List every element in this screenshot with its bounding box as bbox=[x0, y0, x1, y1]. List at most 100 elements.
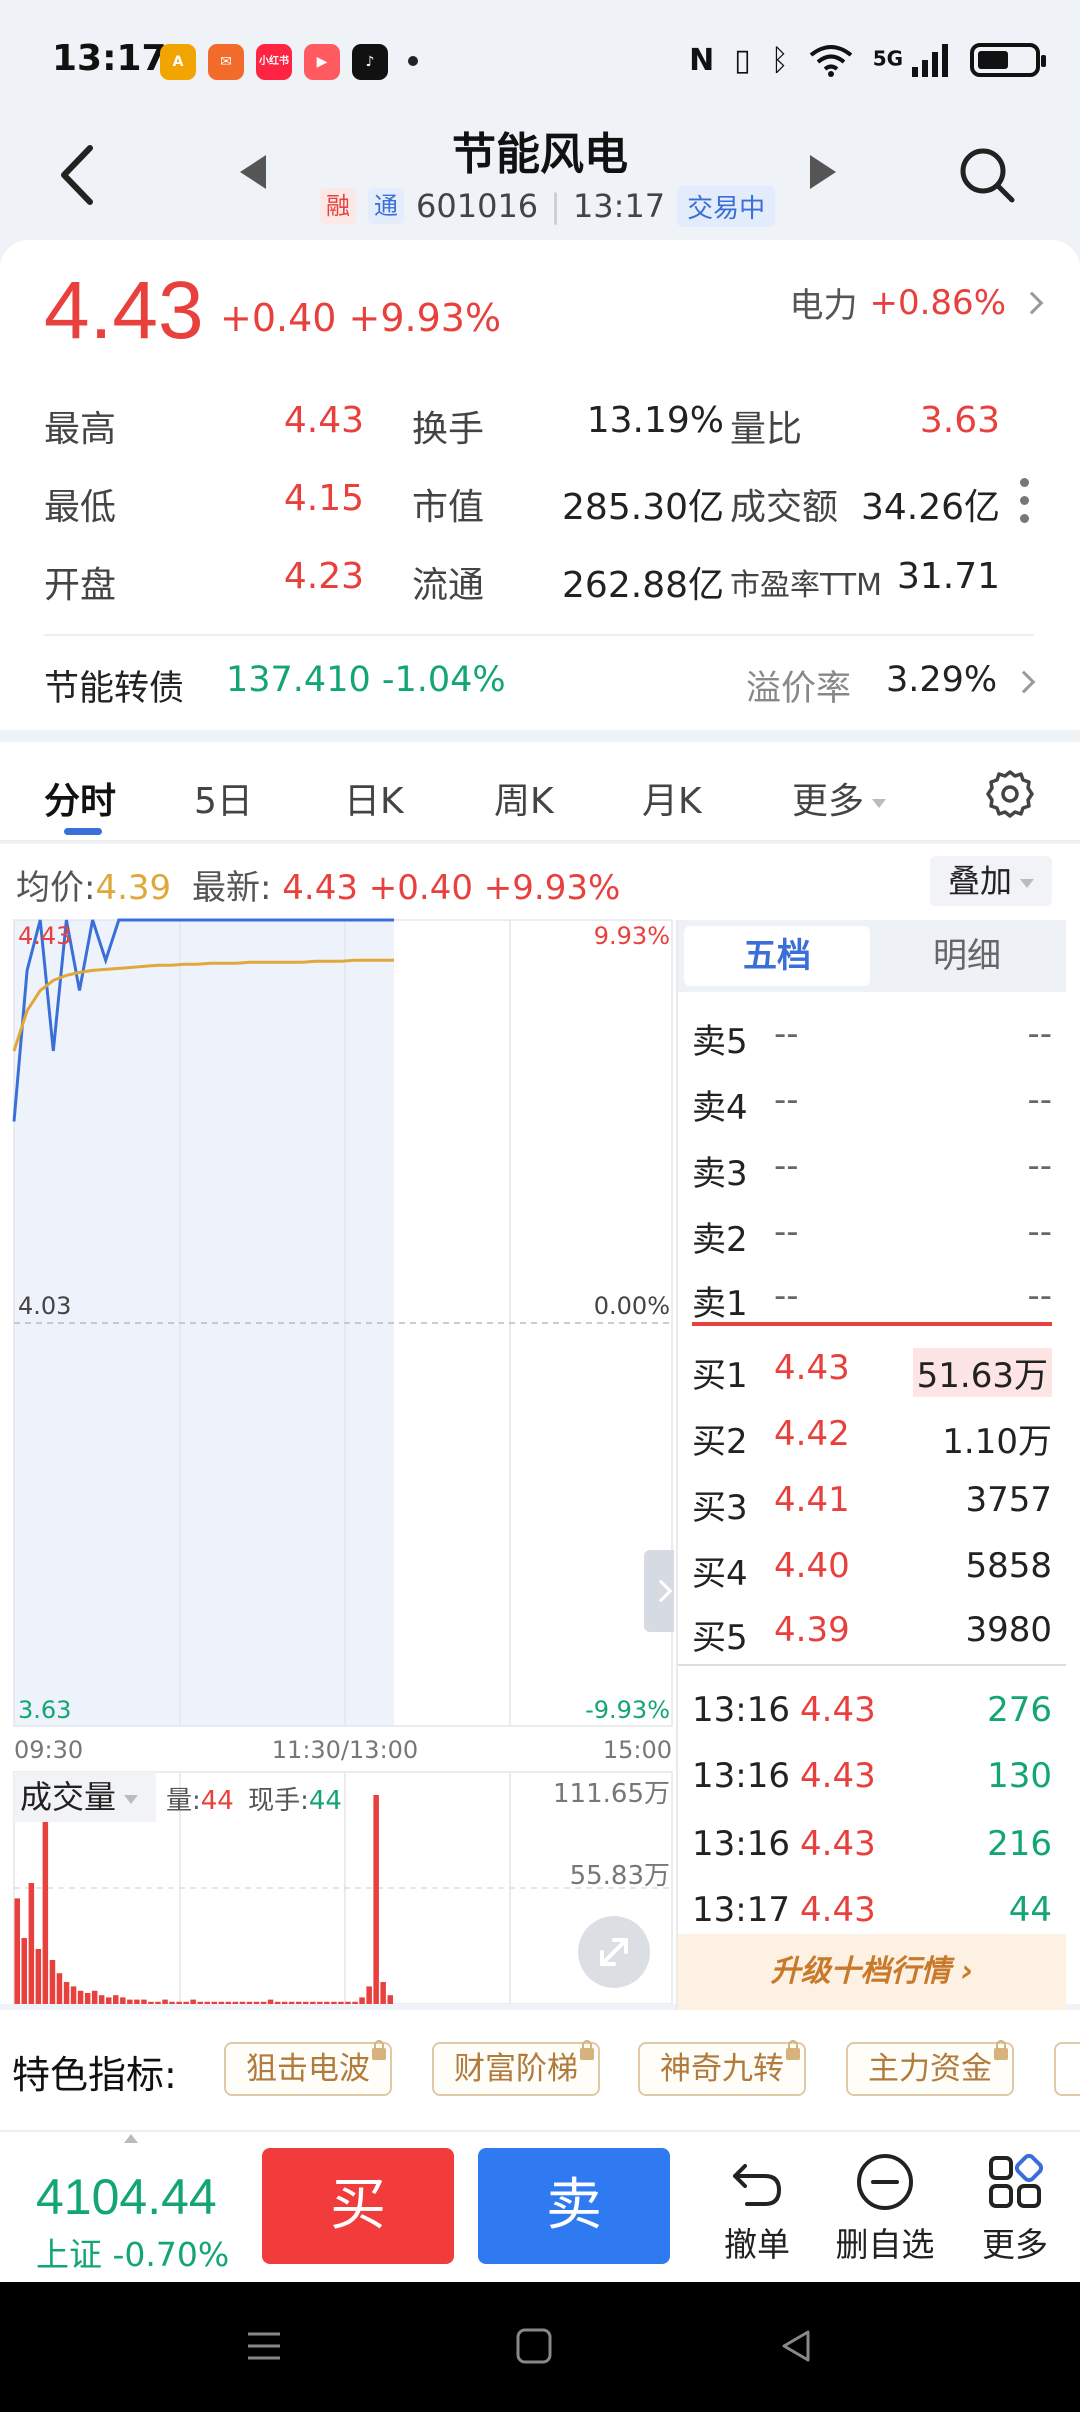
order-book: 五档 明细 卖5 -- -- 卖4 -- -- 卖3 -- -- 卖2 -- -… bbox=[676, 920, 1066, 2010]
price-separator bbox=[692, 1322, 1052, 1326]
x-label-open: 09:30 bbox=[14, 1736, 83, 1764]
chip-main-funds[interactable]: 主力资金 bbox=[846, 2040, 1014, 2096]
menu-icon[interactable] bbox=[244, 2326, 284, 2366]
stat-label: 最低 bbox=[44, 487, 117, 528]
price-change: +0.40 +9.93% bbox=[220, 296, 502, 340]
ask-row: 卖1 -- -- bbox=[678, 1266, 1066, 1330]
convertible-bond-row[interactable]: 节能转债 137.410 -1.04% 溢价率 3.29% bbox=[44, 660, 1036, 710]
x-label-midday: 11:30/13:00 bbox=[272, 1736, 418, 1764]
price-axis-min: 3.63 bbox=[18, 1696, 71, 1724]
pct-axis-mid: 0.00% bbox=[594, 1292, 670, 1320]
volume-bar bbox=[387, 1995, 393, 2004]
price-pane bbox=[12, 918, 673, 1727]
volume-bar bbox=[204, 2001, 210, 2004]
industry-link[interactable]: 电力 +0.86% bbox=[789, 278, 1044, 327]
intraday-chart[interactable]: 4.43 4.03 3.63 9.93% 0.00% -9.93% 09:30 … bbox=[0, 844, 676, 2004]
signal-icon: 5G bbox=[873, 43, 950, 77]
gear-icon[interactable] bbox=[984, 768, 1036, 820]
stat-value: 13.19% bbox=[586, 400, 724, 441]
quote-card: 4.43 +0.40 +9.93% 电力 +0.86% 最高 4.43 换手 1… bbox=[0, 240, 1080, 730]
industry-label: 电力 bbox=[789, 286, 858, 326]
remove-watchlist-button[interactable]: 删自选 bbox=[830, 2152, 940, 2266]
volume-indicator-selector[interactable]: 成交量 bbox=[14, 1772, 156, 1822]
pct-axis-max: 9.93% bbox=[594, 922, 670, 950]
volume-axis-max: 111.65万 bbox=[553, 1779, 670, 1809]
bid-volume: 1.10万 bbox=[942, 1422, 1052, 1462]
network-type: 5G bbox=[872, 46, 904, 71]
index-value[interactable]: 4104.44 bbox=[36, 2168, 217, 2226]
ask-volume: -- bbox=[1027, 1080, 1052, 1120]
ask-label: 卖4 bbox=[692, 1088, 748, 1128]
battery-icon bbox=[970, 43, 1046, 77]
vol-value: 44 bbox=[200, 1786, 234, 1816]
tab-monthly-k[interactable]: 月K bbox=[642, 772, 702, 824]
chip-partial[interactable] bbox=[1054, 2042, 1080, 2096]
bid-label: 买4 bbox=[692, 1554, 748, 1594]
stat-value: 3.63 bbox=[919, 400, 1000, 441]
margin-tag: 融 bbox=[320, 188, 356, 224]
more-button[interactable]: 更多 bbox=[960, 2152, 1070, 2266]
volume-bar bbox=[211, 2001, 217, 2004]
volume-readout: 量:44 现手:44 bbox=[166, 1780, 342, 1817]
chip-sniper-wave[interactable]: 狙击电波 bbox=[224, 2040, 392, 2096]
overlay-button[interactable]: 叠加 bbox=[930, 856, 1052, 906]
divider bbox=[44, 634, 1034, 636]
volume-bar bbox=[345, 2001, 351, 2004]
chip-wealth-ladder[interactable]: 财富阶梯 bbox=[432, 2040, 600, 2096]
stat-label: 最高 bbox=[44, 409, 117, 450]
stat-value: 31.71 bbox=[896, 556, 1000, 597]
index-info[interactable]: 上证 -0.70% bbox=[36, 2228, 229, 2276]
volume-axis-mid: 55.83万 bbox=[570, 1861, 670, 1891]
buy-button[interactable]: 买 bbox=[262, 2148, 454, 2264]
volume-bar bbox=[197, 2001, 203, 2004]
home-icon[interactable] bbox=[514, 2326, 554, 2366]
stat-value: 4.15 bbox=[283, 478, 364, 519]
tick-price: 4.43 bbox=[800, 1824, 876, 1864]
app-icon-5: ♪ bbox=[352, 44, 388, 80]
cancel-order-button[interactable]: 撤单 bbox=[702, 2152, 812, 2266]
volume-bar bbox=[352, 2001, 358, 2004]
price-axis-mid: 4.03 bbox=[18, 1292, 71, 1320]
back-nav-icon[interactable] bbox=[776, 2326, 816, 2366]
cancel-label: 撤单 bbox=[724, 2225, 790, 2264]
undo-icon bbox=[733, 2164, 782, 2206]
vibrate-icon: ▯ bbox=[734, 42, 751, 78]
tab-daily-k[interactable]: 日K bbox=[344, 772, 404, 824]
status-icons: N ▯ ᛒ 5G bbox=[689, 40, 1046, 80]
chip-magic-nine[interactable]: 神奇九转 bbox=[638, 2040, 806, 2096]
bid-label: 买1 bbox=[692, 1356, 748, 1396]
expand-panel-handle[interactable] bbox=[644, 1550, 674, 1632]
ask-price: -- bbox=[774, 1212, 799, 1252]
system-nav-bar bbox=[0, 2282, 1080, 2412]
x-label-close: 15:00 bbox=[603, 1736, 672, 1764]
trade-status-badge: 交易中 bbox=[677, 185, 776, 227]
bid-label: 买5 bbox=[692, 1618, 748, 1658]
stat-label: 量比 bbox=[730, 409, 803, 450]
sell-button[interactable]: 卖 bbox=[478, 2148, 670, 2264]
more-stats-button[interactable] bbox=[1020, 478, 1030, 532]
volume-bar bbox=[49, 1960, 56, 2004]
volume-bar bbox=[296, 2001, 302, 2004]
bluetooth-icon: ᛒ bbox=[770, 42, 789, 78]
search-button[interactable] bbox=[958, 146, 1016, 204]
tab-5day[interactable]: 5日 bbox=[194, 772, 253, 824]
hand-value: 44 bbox=[308, 1786, 342, 1816]
tab-trade-detail[interactable]: 明细 bbox=[874, 926, 1060, 986]
active-tab-indicator bbox=[64, 828, 102, 835]
stat-row: 最低 4.15 市值 285.30亿 成交额 34.26亿 bbox=[44, 478, 1004, 556]
upgrade-level10-button[interactable]: 升级十档行情 › bbox=[678, 1934, 1066, 2010]
fullscreen-button[interactable] bbox=[578, 1916, 650, 1988]
index-change: -0.70% bbox=[112, 2235, 230, 2274]
bid-label: 买3 bbox=[692, 1488, 748, 1528]
tab-weekly-k[interactable]: 周K bbox=[494, 772, 554, 824]
tick-time: 13:16 bbox=[692, 1690, 790, 1730]
volume-bar bbox=[70, 1986, 77, 2004]
next-stock-button[interactable] bbox=[810, 155, 836, 189]
tab-intraday[interactable]: 分时 bbox=[44, 772, 116, 824]
chip-label: 财富阶梯 bbox=[454, 2051, 578, 2087]
tab-five-levels[interactable]: 五档 bbox=[684, 926, 870, 986]
stock-name: 节能风电 bbox=[452, 129, 628, 180]
tab-more[interactable]: 更多 bbox=[792, 772, 887, 824]
volume-bar bbox=[98, 1995, 105, 2004]
pct-axis-min: -9.93% bbox=[585, 1696, 670, 1724]
